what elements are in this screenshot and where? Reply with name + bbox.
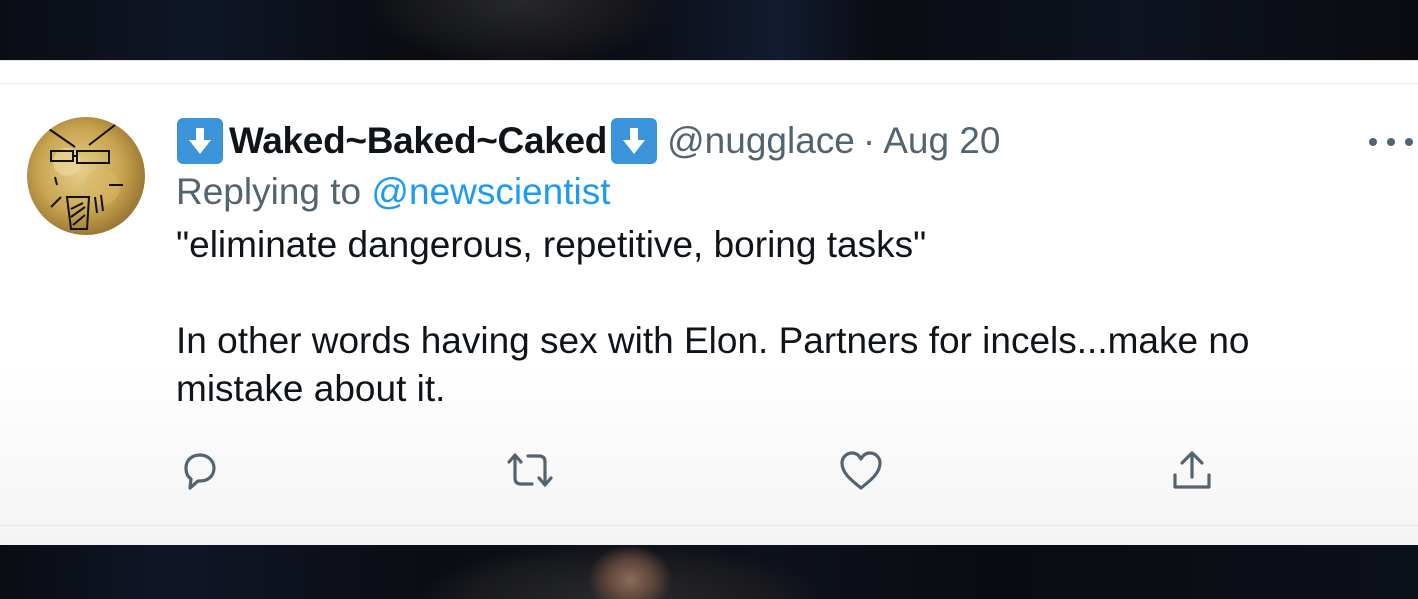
video-background-top	[0, 0, 1418, 60]
down-arrow-icon	[177, 118, 223, 164]
retweet-icon[interactable]	[502, 447, 558, 495]
heart-icon[interactable]	[833, 447, 889, 495]
more-horizontal-icon[interactable]	[1369, 124, 1413, 160]
separator-dot: ·	[862, 120, 876, 161]
reply-mention-link[interactable]: @newscientist	[371, 171, 610, 212]
replying-prefix: Replying to	[176, 171, 362, 212]
down-arrow-icon	[611, 118, 658, 164]
tweet-card[interactable]: Waked~Baked~Caked @nugglace · Aug 20 Rep…	[0, 60, 1418, 547]
tweet-date[interactable]: Aug 20	[883, 120, 1000, 162]
tweet-text-line: "eliminate dangerous, repetitive, boring…	[176, 224, 927, 265]
divider	[0, 83, 1418, 84]
tweet-text: "eliminate dangerous, repetitive, boring…	[176, 221, 1376, 413]
reply-icon[interactable]	[171, 447, 227, 495]
tweet-actions	[0, 441, 1418, 501]
divider	[0, 525, 1418, 526]
replying-to: Replying to @newscientist	[176, 171, 610, 213]
tweet-text-line: In other words having sex with Elon. Par…	[176, 320, 1250, 409]
display-name[interactable]: Waked~Baked~Caked	[229, 120, 607, 162]
avatar[interactable]	[27, 117, 145, 235]
user-handle[interactable]: @nugglace	[667, 120, 855, 162]
video-background-bottom	[0, 545, 1418, 599]
avatar-doodle-image	[48, 124, 123, 230]
tweet-header: Waked~Baked~Caked @nugglace · Aug 20	[177, 116, 1000, 166]
share-icon[interactable]	[1164, 447, 1220, 495]
